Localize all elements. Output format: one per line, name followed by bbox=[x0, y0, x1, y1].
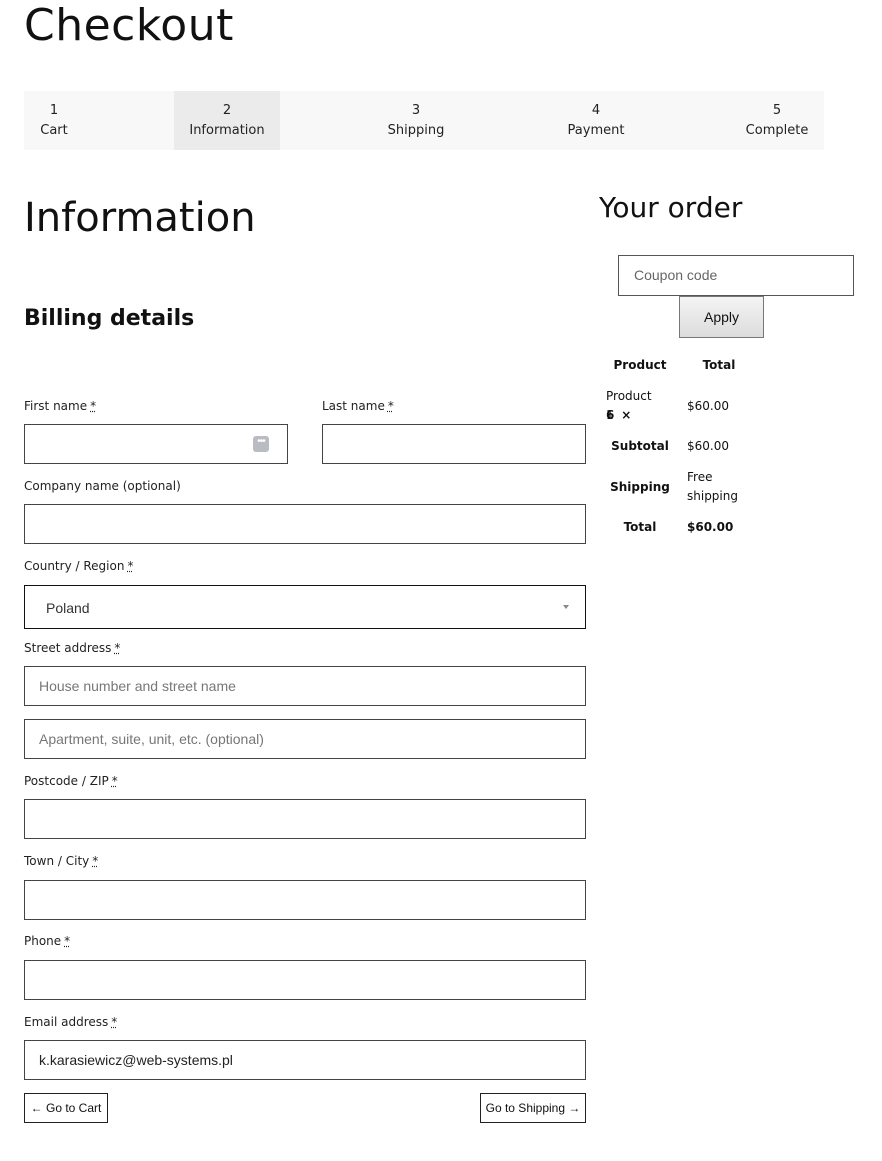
header-product: Product bbox=[613, 358, 667, 372]
phone-label: Phone * bbox=[24, 934, 71, 948]
section-title: Information bbox=[24, 195, 256, 241]
company-field[interactable] bbox=[24, 504, 586, 544]
chevron-down-icon bbox=[563, 605, 569, 609]
header-total: Total bbox=[702, 358, 736, 372]
step-shipping[interactable]: 3 Shipping bbox=[376, 91, 456, 150]
phone-field[interactable] bbox=[24, 960, 586, 1000]
shipping-label: Shipping bbox=[610, 480, 670, 494]
apply-coupon-button[interactable]: Apply bbox=[679, 296, 764, 338]
step-label: Shipping bbox=[387, 123, 445, 138]
apartment-placeholder: Apartment, suite, unit, etc. (optional) bbox=[39, 731, 264, 747]
required-mark: * bbox=[114, 641, 121, 655]
required-mark: * bbox=[111, 1015, 118, 1029]
country-select[interactable]: Poland bbox=[24, 585, 586, 629]
item-name: Product 1 × bbox=[606, 389, 652, 422]
step-number: 5 bbox=[772, 103, 782, 118]
company-label: Company name (optional) bbox=[24, 479, 181, 493]
times-icon: × bbox=[621, 408, 632, 422]
item-quantity: 6 bbox=[606, 408, 615, 422]
first-name-label: First name * bbox=[24, 399, 97, 413]
last-name-field[interactable] bbox=[322, 424, 586, 464]
key-dots-icon[interactable]: ••• bbox=[253, 436, 269, 452]
country-value: Poland bbox=[46, 600, 90, 616]
go-to-cart-button[interactable]: ← Go to Cart bbox=[24, 1093, 108, 1123]
last-name-label: Last name * bbox=[322, 399, 394, 413]
step-label: Cart bbox=[40, 123, 68, 138]
required-mark: * bbox=[111, 774, 118, 788]
page-title: Checkout bbox=[24, 0, 234, 51]
subtotal-label: Subtotal bbox=[611, 439, 669, 453]
town-label: Town / City * bbox=[24, 854, 99, 868]
subtotal-value: $60.00 bbox=[687, 439, 729, 453]
step-label: Payment bbox=[567, 123, 625, 138]
required-mark: * bbox=[127, 559, 134, 573]
step-cart[interactable]: 1 Cart bbox=[24, 91, 84, 150]
street-placeholder: House number and street name bbox=[39, 678, 236, 694]
go-to-shipping-button[interactable]: Go to Shipping → bbox=[480, 1093, 586, 1123]
street-label: Street address * bbox=[24, 641, 121, 655]
checkout-steps: 1 Cart 2 Information 3 Shipping 4 Paymen… bbox=[24, 91, 824, 150]
email-field[interactable]: k.karasiewicz@web-systems.pl bbox=[24, 1040, 586, 1080]
step-number: 3 bbox=[411, 103, 421, 118]
required-mark: * bbox=[64, 934, 71, 948]
required-mark: * bbox=[90, 399, 97, 413]
total-value: $60.00 bbox=[687, 520, 734, 534]
step-label: Information bbox=[189, 123, 265, 138]
step-number: 1 bbox=[49, 103, 59, 118]
step-number: 2 bbox=[222, 103, 232, 118]
postcode-label: Postcode / ZIP * bbox=[24, 774, 118, 788]
step-payment[interactable]: 4 Payment bbox=[556, 91, 636, 150]
shipping-value-line2: shipping bbox=[687, 489, 738, 503]
coupon-placeholder: Coupon code bbox=[634, 267, 718, 283]
town-field[interactable] bbox=[24, 880, 586, 920]
billing-title: Billing details bbox=[24, 306, 195, 331]
step-label: Complete bbox=[745, 123, 809, 138]
required-mark: * bbox=[92, 854, 99, 868]
street-address-field[interactable]: House number and street name bbox=[24, 666, 586, 706]
country-label: Country / Region * bbox=[24, 559, 134, 573]
first-name-field[interactable]: ••• bbox=[24, 424, 288, 464]
apartment-field[interactable]: Apartment, suite, unit, etc. (optional) bbox=[24, 719, 586, 759]
coupon-input[interactable]: Coupon code bbox=[618, 255, 854, 296]
required-mark: * bbox=[387, 399, 394, 413]
step-number: 4 bbox=[591, 103, 601, 118]
step-complete[interactable]: 5 Complete bbox=[736, 91, 818, 150]
shipping-value-line1: Free bbox=[687, 470, 713, 484]
item-total: $60.00 bbox=[687, 399, 729, 413]
step-information[interactable]: 2 Information bbox=[174, 91, 280, 150]
email-label: Email address * bbox=[24, 1015, 118, 1029]
postcode-field[interactable] bbox=[24, 799, 586, 839]
total-label: Total bbox=[623, 520, 657, 534]
order-title: Your order bbox=[599, 191, 743, 224]
